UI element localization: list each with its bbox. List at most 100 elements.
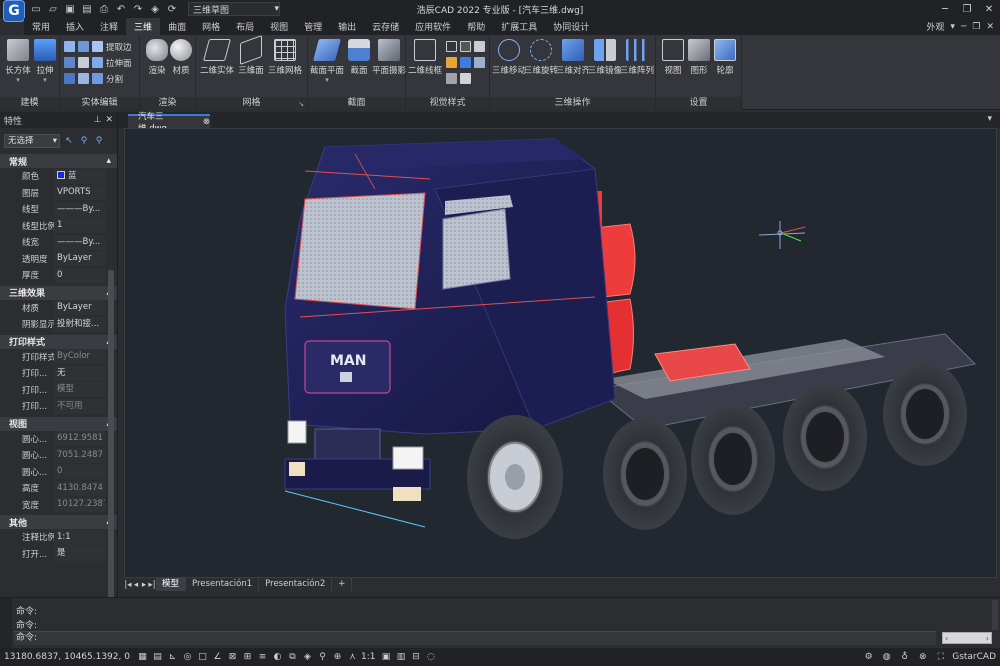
pin-icon[interactable]: ⊥ (94, 115, 102, 125)
lineweight-icon[interactable]: ≡ (256, 651, 269, 664)
style-edges-button[interactable] (474, 55, 488, 70)
property-row[interactable]: 厚度 0 (0, 267, 117, 284)
open-file-icon[interactable]: ▱ (46, 2, 60, 16)
property-section-header[interactable]: 三维效果▴ (0, 285, 117, 300)
snap-icon[interactable]: ▤ (151, 651, 164, 664)
solid-subtract-button[interactable] (78, 39, 92, 54)
property-row[interactable]: 材质 ByLayer (0, 300, 117, 317)
toggle-pickadd-icon[interactable]: ↖ (63, 135, 75, 147)
restore-icon[interactable]: ❐ (956, 0, 978, 18)
drawing-viewport[interactable]: MAN (124, 128, 997, 578)
lock-ui-icon[interactable]: ▥ (394, 651, 407, 664)
property-row[interactable]: 注释比例 1:1 (0, 529, 117, 546)
save-icon[interactable]: ▣ (63, 2, 77, 16)
fullscreen-icon[interactable]: ⛶ (934, 651, 947, 664)
section-plane-button[interactable]: 截面平面 ▾ (310, 39, 344, 84)
clean-screen-icon[interactable]: ◌ (424, 651, 437, 664)
property-value[interactable]: 0 (54, 267, 105, 283)
property-row[interactable]: 线宽 ———By... (0, 234, 117, 251)
autoscale-icon[interactable]: ⊕ (331, 651, 344, 664)
property-row[interactable]: 阴影显示 投射和接... (0, 316, 117, 333)
mesh-settings-icon[interactable]: ↘ (298, 100, 304, 108)
scroll-right-icon[interactable]: › (986, 634, 989, 643)
close-tab-icon[interactable]: ⊗ (203, 117, 210, 127)
tab-home[interactable]: 常用 (24, 18, 58, 35)
collapse-icon[interactable]: ▴ (106, 156, 111, 166)
add-layout-button[interactable]: + (332, 578, 353, 591)
property-row[interactable]: 打印... 不可用 (0, 398, 117, 415)
tab-mesh[interactable]: 网格 (194, 18, 228, 35)
solid-union-button[interactable] (64, 39, 78, 54)
2d-solid-button[interactable]: 二维实体 (200, 39, 234, 76)
property-value[interactable]: 10127.2387 (54, 497, 105, 513)
style-realistic-button[interactable] (474, 39, 488, 54)
property-row[interactable]: 圆心... 7051.2487 (0, 447, 117, 464)
property-section-header[interactable]: 其他▴ (0, 515, 117, 529)
chevron-down-icon[interactable]: ▾ (950, 22, 955, 32)
3d-face-button[interactable]: 三维面 (234, 34, 268, 76)
property-value[interactable]: 6912.9581 (54, 431, 105, 447)
3d-mesh-button[interactable]: 三维网格 (268, 39, 302, 76)
property-row[interactable]: 图层 VPORTS (0, 185, 117, 202)
property-value[interactable]: ———By... (54, 234, 105, 250)
style-sketchy-button[interactable] (460, 71, 474, 86)
property-value[interactable]: 不可用 (54, 398, 105, 414)
tab-annotate[interactable]: 注释 (92, 18, 126, 35)
property-row[interactable]: 颜色 蓝 (0, 168, 117, 185)
layers-icon[interactable]: ◈ (148, 2, 162, 16)
last-layout-icon[interactable]: ▸| (148, 580, 156, 590)
otrack-icon[interactable]: ∠ (211, 651, 224, 664)
selection-cycling-icon[interactable]: ⧉ (286, 651, 299, 664)
annotation-scale-icon[interactable]: ⋏ (346, 651, 359, 664)
property-value[interactable]: 模型 (54, 382, 105, 398)
separate-button[interactable]: 分割 (92, 71, 123, 86)
tab-layout[interactable]: 布局 (228, 18, 262, 35)
first-layout-icon[interactable]: |◂ (124, 580, 132, 590)
property-value[interactable]: VPORTS (54, 185, 105, 201)
panel-close-icon[interactable]: ✕ (105, 115, 113, 125)
property-value[interactable]: 1:1 (54, 529, 105, 545)
property-row[interactable]: 圆心... 6912.9581 (0, 431, 117, 448)
solid-intersect-button[interactable] (64, 55, 78, 70)
2d-wireframe-button[interactable]: 二维线框 (408, 39, 442, 76)
next-layout-icon[interactable]: ▸ (140, 580, 148, 590)
new-file-icon[interactable]: ▭ (29, 2, 43, 16)
3d-mirror-button[interactable]: 三维镜像 (588, 39, 622, 76)
transparency-icon[interactable]: ◐ (271, 651, 284, 664)
property-row[interactable]: 打印... 无 (0, 365, 117, 382)
redo-icon[interactable]: ↷ (131, 2, 145, 16)
settings-gear-icon[interactable]: ⚙ (862, 651, 875, 664)
property-value[interactable]: ———By... (54, 201, 105, 217)
3d-align-button[interactable]: 三维对齐 (556, 39, 590, 76)
property-value[interactable]: 投射和接... (54, 316, 105, 332)
quick-select-icon[interactable]: ⚲ (93, 135, 105, 147)
section-button[interactable]: 截面 (342, 39, 376, 76)
tab-surface[interactable]: 曲面 (160, 18, 194, 35)
3d-array-button[interactable]: 三维阵列 (620, 39, 654, 76)
user-icon[interactable]: ◍ (880, 651, 893, 664)
osnap-icon[interactable]: □ (196, 651, 209, 664)
selection-dropdown[interactable]: 无选择 ▾ (4, 134, 60, 148)
print-icon[interactable]: ⎙ (97, 2, 111, 16)
3d-move-button[interactable]: 三维移动 (492, 39, 526, 76)
solid-shell-button[interactable] (64, 71, 78, 86)
command-input[interactable]: 命令: (14, 631, 936, 645)
command-scrollbar[interactable] (992, 600, 998, 630)
property-value[interactable]: 蓝 (54, 168, 105, 184)
style-hidden-button[interactable] (460, 39, 474, 54)
property-value[interactable]: 是 (54, 546, 105, 562)
property-row[interactable]: 高度 4130.8474 (0, 480, 117, 497)
grid-icon[interactable]: ▦ (136, 651, 149, 664)
property-value[interactable]: 4130.8474 (54, 480, 105, 496)
dyn-icon[interactable]: ⊞ (241, 651, 254, 664)
tab-view[interactable]: 视图 (262, 18, 296, 35)
close-icon[interactable]: ✕ (978, 0, 1000, 18)
tab-help[interactable]: 帮助 (459, 18, 493, 35)
property-row[interactable]: 线型 ———By... (0, 201, 117, 218)
tab-manage[interactable]: 管理 (296, 18, 330, 35)
minimize-icon[interactable]: ─ (934, 0, 956, 18)
property-value[interactable]: 1 (54, 218, 105, 234)
style-shaded-button[interactable] (460, 55, 474, 70)
tab-layout-1[interactable]: Presentación1 (186, 578, 260, 591)
ortho-icon[interactable]: ⊾ (166, 651, 179, 664)
